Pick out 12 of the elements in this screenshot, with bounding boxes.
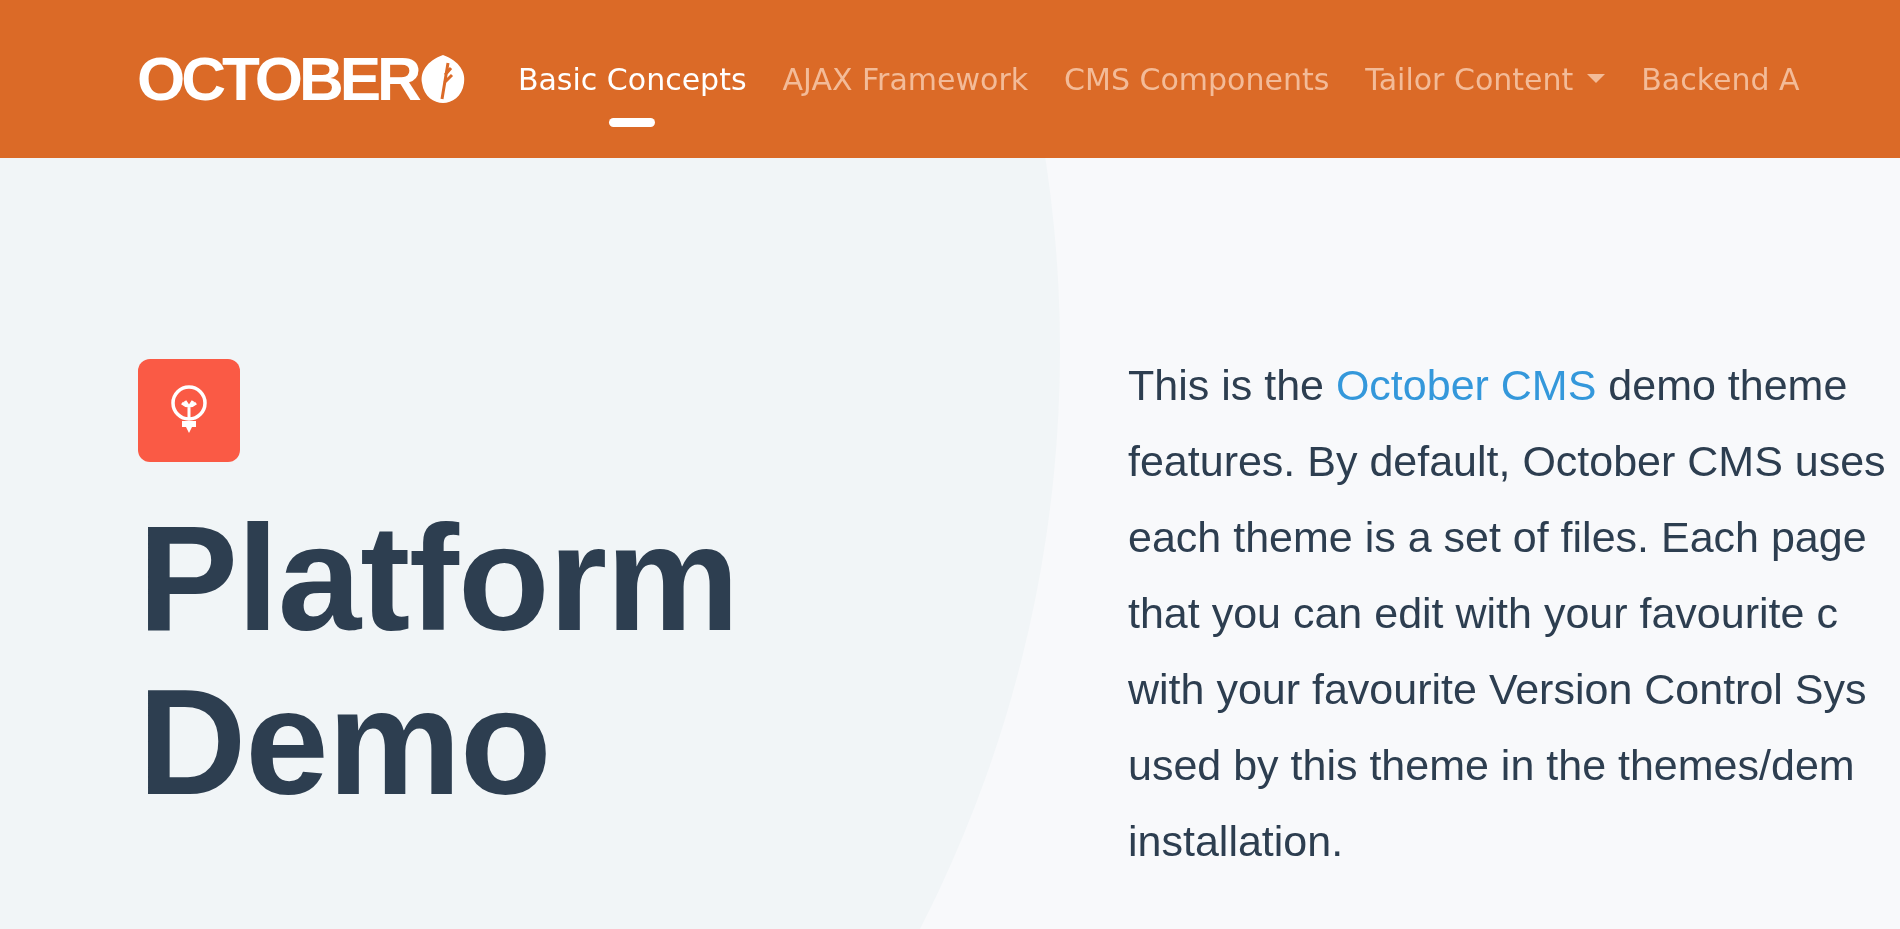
nav-link[interactable]: Backend A (1641, 61, 1800, 97)
nav-link[interactable]: Basic Concepts (517, 61, 747, 97)
page-title: Platform Demo (138, 496, 740, 824)
nav-link[interactable]: CMS Components (1064, 61, 1330, 97)
leaf-icon (419, 53, 466, 105)
logo-wordmark[interactable]: OCTOBER (137, 48, 418, 110)
nav-link[interactable]: AJAX Framework (782, 61, 1029, 97)
intro-paragraph: This is the October CMS demo theme features. By default, October CMS uses each theme is a set of files. Each page that you can edit with your favourite c with your favourite Version Control Sys used by this theme in the themes/dem installation. (1128, 360, 1886, 867)
nav-link[interactable]: Tailor Content (1365, 61, 1606, 97)
active-indicator (609, 117, 656, 127)
lightbulb-icon (138, 359, 240, 462)
october-cms-link[interactable]: October CMS (1335, 361, 1597, 409)
